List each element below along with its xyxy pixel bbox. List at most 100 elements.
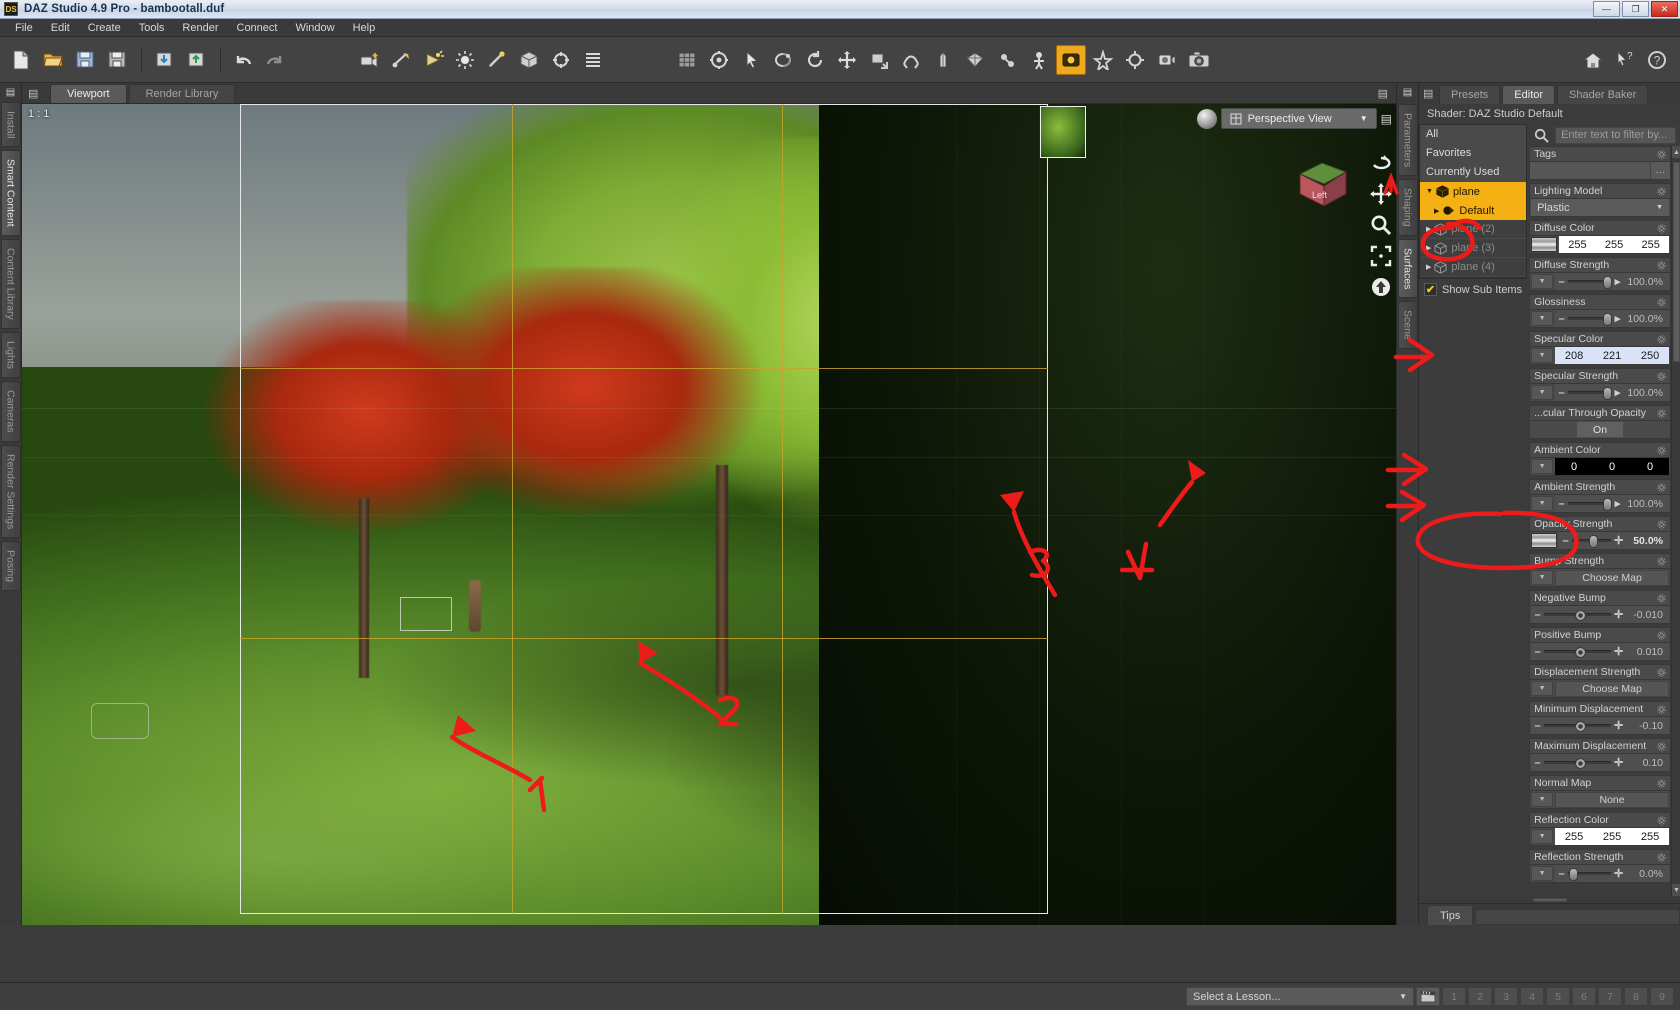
slider-knob[interactable]: [1568, 868, 1578, 881]
expand-map-caret-icon[interactable]: ▼: [1531, 866, 1554, 881]
left-panel-menu-icon[interactable]: ▤: [6, 87, 15, 98]
sidebar-item-parameters[interactable]: Parameters: [1397, 104, 1418, 177]
glossiness-row[interactable]: ▼ – ▸ 100.0%: [1529, 309, 1671, 328]
reflection-strength-slider[interactable]: – ✛ 0.0%: [1555, 865, 1669, 882]
slider-track[interactable]: [1568, 387, 1613, 400]
surface-tree-item-favorites[interactable]: Favorites: [1420, 144, 1526, 163]
undo-icon[interactable]: [228, 45, 258, 75]
orbit-icon[interactable]: [800, 45, 830, 75]
toggle-value[interactable]: On: [1576, 421, 1625, 438]
rotate-view-icon[interactable]: [768, 45, 798, 75]
scroll-down-icon[interactable]: ▼: [1672, 884, 1680, 896]
surface-tree-item-plane-4[interactable]: ▶ plane (4): [1420, 258, 1526, 277]
decrement-icon[interactable]: –: [1558, 498, 1565, 510]
opacity-strength-row[interactable]: – ✛ 50.0%: [1529, 531, 1671, 550]
ambient-color-rgb[interactable]: 0 0 0: [1555, 458, 1669, 475]
ambient-color-row[interactable]: ▼ 0 0 0: [1529, 457, 1671, 476]
menu-edit[interactable]: Edit: [42, 20, 79, 36]
save-icon[interactable]: [102, 45, 132, 75]
gear-icon[interactable]: [1657, 371, 1666, 381]
lesson-step-5[interactable]: 5: [1546, 987, 1570, 1006]
tab-tips[interactable]: Tips: [1427, 905, 1474, 925]
expand-map-caret-icon[interactable]: ▼: [1531, 385, 1554, 400]
about-icon[interactable]: ?: [1642, 45, 1672, 75]
menu-tools[interactable]: Tools: [130, 20, 174, 36]
sidebar-item-install[interactable]: Install: [0, 102, 21, 148]
add-spot-light-icon[interactable]: [418, 45, 448, 75]
ambient-strength-row[interactable]: ▼ – ▸ 100.0%: [1529, 494, 1671, 513]
tab-editor[interactable]: Editor: [1502, 85, 1556, 104]
tags-input[interactable]: [1530, 162, 1650, 179]
expand-map-caret-icon[interactable]: ▼: [1531, 570, 1554, 585]
decrement-icon[interactable]: –: [1558, 313, 1565, 325]
view-cube-gizmo[interactable]: Left: [1292, 156, 1354, 212]
panel-resize-grip[interactable]: [1419, 896, 1680, 903]
diffuse-strength-slider[interactable]: – ▸ 100.0%: [1555, 273, 1669, 290]
increment-icon[interactable]: ✛: [1614, 756, 1623, 769]
surface-select-icon[interactable]: [896, 45, 926, 75]
minimum-displacement-slider[interactable]: – ✛ -0.10: [1531, 717, 1669, 734]
joint-editor-icon[interactable]: [992, 45, 1022, 75]
show-sub-items-row[interactable]: ✔ Show Sub Items: [1419, 278, 1528, 300]
specular-strength-row[interactable]: ▼ – ▸ 100.0%: [1529, 383, 1671, 402]
right-strip-menu-icon[interactable]: ▤: [1403, 87, 1412, 98]
slider-track[interactable]: [1568, 498, 1613, 511]
decrement-icon[interactable]: –: [1534, 757, 1541, 769]
slider-knob[interactable]: [1603, 498, 1613, 511]
spot-render-icon[interactable]: [1120, 45, 1150, 75]
add-point-light-icon[interactable]: [450, 45, 480, 75]
open-file-icon[interactable]: [38, 45, 68, 75]
surface-tree-item-all[interactable]: All: [1420, 125, 1526, 144]
gear-icon[interactable]: [1657, 741, 1666, 751]
glossiness-slider[interactable]: – ▸ 100.0%: [1555, 310, 1669, 327]
expand-map-caret-icon[interactable]: ▼: [1531, 829, 1554, 844]
camera-view-dropdown[interactable]: Perspective View ▼: [1220, 108, 1377, 129]
specular-color-rgb[interactable]: 208 221 250: [1555, 347, 1669, 364]
positive-bump-slider[interactable]: – ✛ 0.010: [1531, 643, 1669, 660]
menu-render[interactable]: Render: [173, 20, 227, 36]
gear-icon[interactable]: [1657, 815, 1666, 825]
tab-viewport[interactable]: Viewport: [50, 84, 127, 103]
surface-tree-item-default[interactable]: ▶ Default: [1420, 201, 1526, 220]
slider-knob[interactable]: [1574, 610, 1586, 621]
gear-icon[interactable]: [1657, 223, 1666, 233]
toggle-right-segment[interactable]: [1624, 421, 1670, 438]
gear-icon[interactable]: [1657, 778, 1666, 788]
sidebar-item-shaping[interactable]: Shaping: [1397, 179, 1418, 236]
maximum-displacement-row[interactable]: – ✛ 0.10: [1529, 753, 1671, 772]
increment-icon[interactable]: ✛: [1614, 867, 1623, 880]
increment-icon[interactable]: ✛: [1614, 645, 1623, 658]
pan-camera-icon[interactable]: [1370, 183, 1392, 205]
normal-map-button[interactable]: None: [1555, 791, 1669, 808]
lesson-select-dropdown[interactable]: Select a Lesson... ▼: [1186, 987, 1414, 1006]
search-input[interactable]: Enter text to filter by...: [1555, 126, 1676, 144]
film-clapper-icon[interactable]: [1416, 987, 1440, 1006]
expand-map-caret-icon[interactable]: ▼: [1531, 348, 1554, 363]
slider-knob[interactable]: [1589, 535, 1599, 548]
displacement-strength-row[interactable]: ▼ Choose Map: [1529, 679, 1671, 698]
opacity-strength-slider[interactable]: – ✛ 50.0%: [1559, 532, 1669, 549]
grid-snap-icon[interactable]: [672, 45, 702, 75]
surface-tree-item-currently-used[interactable]: Currently Used: [1420, 163, 1526, 182]
viewport-menu-icon[interactable]: ▤: [28, 87, 38, 100]
render-settings-icon[interactable]: [1152, 45, 1182, 75]
expand-map-caret-icon[interactable]: ▼: [1531, 681, 1554, 696]
gear-icon[interactable]: [1657, 260, 1666, 270]
translate-tool-icon[interactable]: [832, 45, 862, 75]
slider-track[interactable]: [1568, 868, 1611, 881]
gear-icon[interactable]: [1657, 704, 1666, 714]
positive-bump-row[interactable]: – ✛ 0.010: [1529, 642, 1671, 661]
export-icon[interactable]: [181, 45, 211, 75]
lesson-step-4[interactable]: 4: [1520, 987, 1544, 1006]
maximize-button[interactable]: ❐: [1622, 1, 1649, 17]
add-null-icon[interactable]: [546, 45, 576, 75]
add-camera-icon[interactable]: [354, 45, 384, 75]
slider-track[interactable]: [1572, 535, 1611, 548]
diffuse-color-map-thumbnail[interactable]: [1531, 237, 1558, 252]
lighting-model-dropdown[interactable]: Plastic ▼: [1529, 198, 1671, 217]
active-pose-icon[interactable]: [1056, 44, 1086, 75]
help-cursor-icon[interactable]: ?: [1610, 45, 1640, 75]
gear-icon[interactable]: [1657, 445, 1666, 455]
geometry-editor-icon[interactable]: [960, 45, 990, 75]
surfaces-panel-menu-icon[interactable]: ▤: [1423, 87, 1433, 100]
